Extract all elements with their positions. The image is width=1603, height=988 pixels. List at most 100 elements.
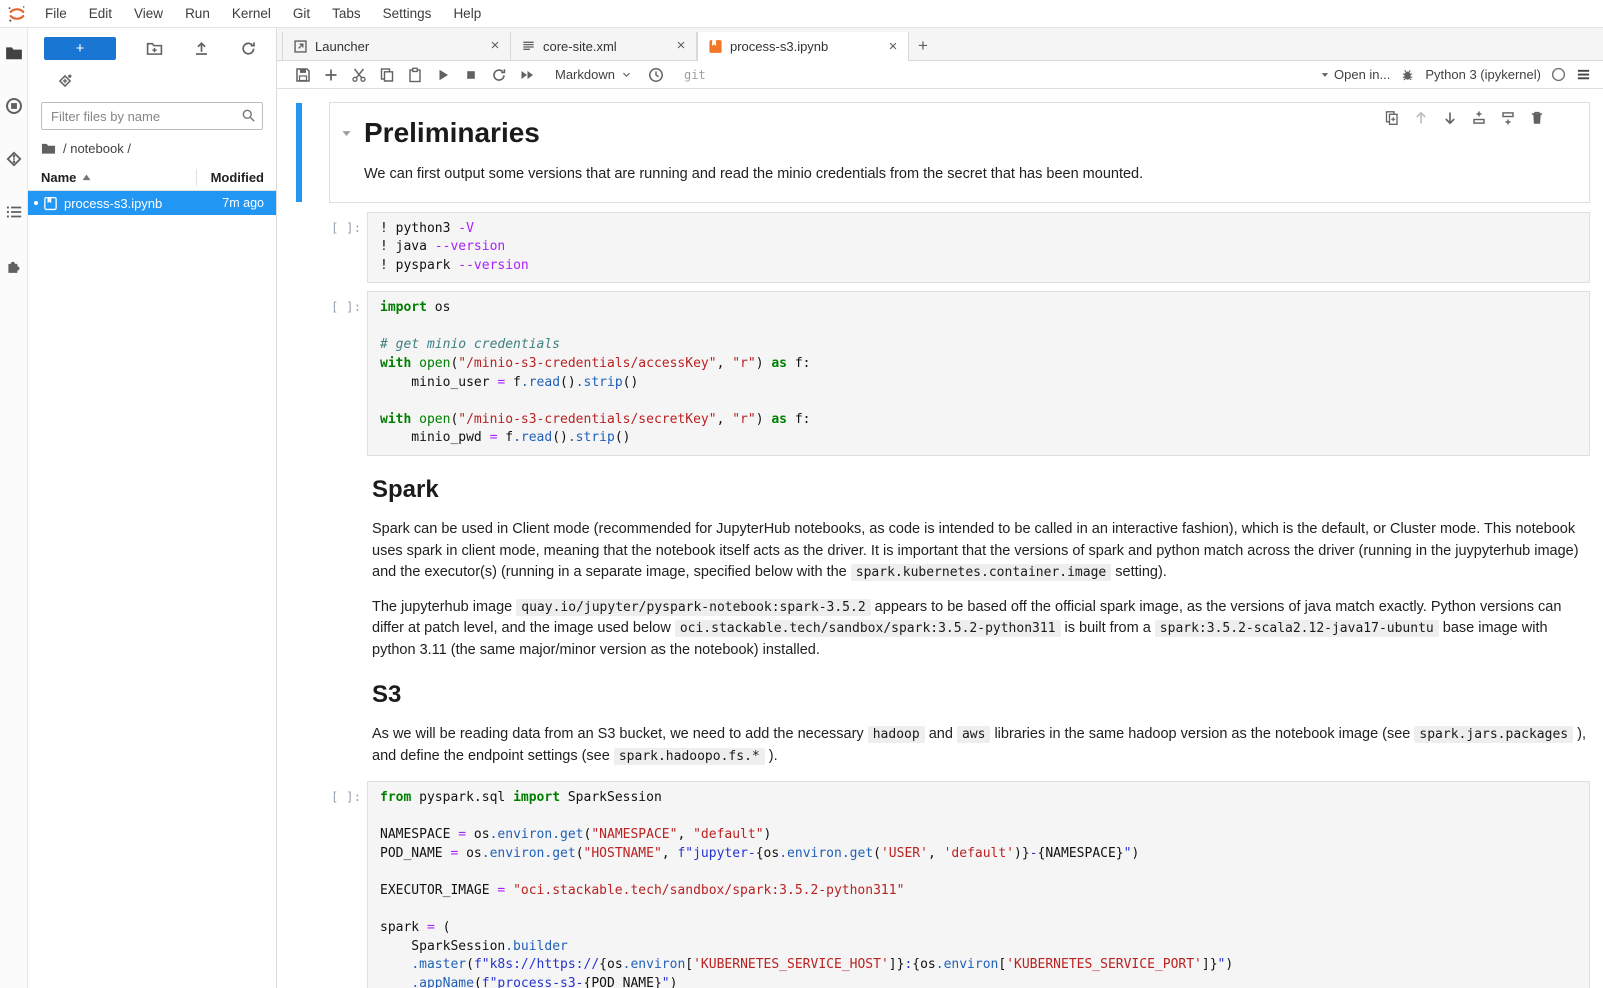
restart-run-all-button[interactable] — [513, 64, 541, 86]
git-sidebar-icon[interactable] — [5, 150, 23, 168]
activity-bar — [0, 28, 28, 988]
column-header-name[interactable]: Name — [41, 169, 196, 186]
inline-code: hadoop — [868, 726, 925, 743]
toolbar-right: Open in... Python 3 (ipykernel) — [1320, 67, 1591, 82]
open-in-dropdown[interactable]: Open in... — [1320, 67, 1390, 82]
cut-cells-button[interactable] — [345, 64, 373, 86]
file-list-header: Name Modified — [28, 165, 276, 191]
kernel-name[interactable]: Python 3 (ipykernel) — [1425, 67, 1541, 82]
breadcrumb-path[interactable]: / notebook / — [63, 141, 131, 156]
notebook-content[interactable]: Preliminaries We can first output some v… — [277, 89, 1603, 988]
breadcrumb[interactable]: / notebook / — [28, 130, 276, 163]
running-sessions-icon[interactable] — [5, 97, 23, 115]
input-prompt: [ ]: — [329, 212, 367, 284]
markdown-cell-s3[interactable]: S3 As we will be reading data from an S3… — [329, 681, 1590, 767]
copy-cells-button[interactable] — [373, 64, 401, 86]
tab-close-icon[interactable]: × — [672, 37, 690, 55]
code-line: from pyspark.sql import SparkSession — [380, 789, 1577, 808]
caret-down-icon — [1320, 70, 1330, 80]
markdown-cell-preliminaries[interactable]: Preliminaries We can first output some v… — [329, 102, 1590, 203]
menu-item-view[interactable]: View — [123, 0, 174, 27]
home-folder-icon[interactable] — [41, 141, 56, 156]
file-browser-toolbar-row2 — [28, 60, 276, 92]
file-row-selected[interactable]: process-s3.ipynb 7m ago — [28, 191, 276, 215]
menu-item-edit[interactable]: Edit — [78, 0, 123, 27]
debugger-bug-icon[interactable] — [1400, 67, 1415, 82]
file-name: process-s3.ipynb — [64, 196, 222, 211]
notebook-toolbar: Markdown git Open in... Python 3 (ipyker… — [277, 61, 1603, 89]
code-line: POD_NAME = os.environ.get("HOSTNAME", f"… — [380, 845, 1577, 864]
move-cell-up-icon[interactable] — [1413, 110, 1429, 126]
code-cell-credentials[interactable]: [ ]: import os # get minio credentialswi… — [329, 291, 1590, 456]
restart-kernel-button[interactable] — [485, 64, 513, 86]
extension-manager-icon[interactable] — [5, 256, 23, 274]
menu-item-kernel[interactable]: Kernel — [221, 0, 282, 27]
filter-files-input[interactable] — [41, 102, 263, 130]
interrupt-kernel-button[interactable] — [457, 64, 485, 86]
code-editor[interactable]: ! python3 -V! java --version! pyspark --… — [367, 212, 1590, 284]
menu-item-run[interactable]: Run — [174, 0, 221, 27]
code-line: with open("/minio-s3-credentials/secretK… — [380, 411, 1577, 430]
menu-item-help[interactable]: Help — [442, 0, 492, 27]
inline-code: spark.jars.packages — [1414, 726, 1573, 743]
markdown-paragraph: The jupyterhub image quay.io/jupyter/pys… — [372, 597, 1590, 662]
code-line — [380, 863, 1577, 882]
delete-cell-icon[interactable] — [1529, 110, 1545, 126]
insert-cell-above-icon[interactable] — [1471, 110, 1487, 126]
tab-launcher[interactable]: Launcher × — [282, 32, 511, 60]
execution-time-icon[interactable] — [642, 64, 670, 86]
collapse-heading-icon[interactable] — [340, 127, 353, 140]
markdown-cell-spark[interactable]: Spark Spark can be used in Client mode (… — [329, 476, 1590, 661]
code-editor[interactable]: import os # get minio credentialswith op… — [367, 291, 1590, 456]
code-line: ! python3 -V — [380, 220, 1577, 239]
input-prompt: [ ]: — [329, 291, 367, 456]
run-cell-button[interactable] — [429, 64, 457, 86]
code-line: import os — [380, 299, 1577, 318]
menu-bar: FileEditViewRunKernelGitTabsSettingsHelp — [0, 0, 1603, 28]
insert-cell-below-icon[interactable] — [1500, 110, 1516, 126]
tab-process-s3-ipynb[interactable]: process-s3.ipynb × — [697, 32, 909, 61]
refresh-icon[interactable] — [240, 40, 257, 57]
add-tab-button[interactable]: + — [909, 32, 937, 60]
cell-type-dropdown[interactable]: Markdown — [555, 67, 632, 82]
file-browser-icon[interactable] — [5, 44, 23, 62]
paste-cells-button[interactable] — [401, 64, 429, 86]
inline-code: spark.hadoopo.fs.* — [614, 748, 765, 765]
column-header-modified[interactable]: Modified — [196, 169, 276, 186]
code-line — [380, 318, 1577, 337]
file-browser-panel: + / notebook / Name Modifi — [28, 28, 277, 988]
insert-cell-button[interactable] — [317, 64, 345, 86]
code-line: SparkSession.builder — [380, 938, 1577, 957]
inline-code: spark.kubernetes.container.image — [851, 564, 1111, 581]
new-folder-icon[interactable] — [146, 40, 163, 57]
new-launcher-button[interactable]: + — [44, 37, 116, 60]
git-status-label: git — [684, 68, 706, 82]
hamburger-menu-icon[interactable] — [1576, 67, 1591, 82]
menu-item-tabs[interactable]: Tabs — [321, 0, 372, 27]
code-editor[interactable]: from pyspark.sql import SparkSession NAM… — [367, 781, 1590, 988]
file-modified: 7m ago — [222, 196, 264, 210]
code-cell-versions[interactable]: [ ]: ! python3 -V! java --version! pyspa… — [329, 212, 1590, 284]
menu-item-git[interactable]: Git — [282, 0, 321, 27]
tab-close-icon[interactable]: × — [884, 38, 902, 56]
git-clone-icon[interactable] — [57, 73, 73, 89]
save-button[interactable] — [289, 64, 317, 86]
menu-item-file[interactable]: File — [34, 0, 78, 27]
main-area: Launcher × core-site.xml × process-s3.ip… — [277, 28, 1603, 988]
tab-core-site-xml[interactable]: core-site.xml × — [511, 32, 697, 60]
code-line — [380, 392, 1577, 411]
inline-code: oci.stackable.tech/sandbox/spark:3.5.2-p… — [675, 620, 1061, 637]
cell-heading-2: S3 — [372, 681, 1590, 709]
upload-icon[interactable] — [193, 40, 210, 57]
markdown-paragraph: Spark can be used in Client mode (recomm… — [372, 519, 1590, 584]
cell-toolbar — [1384, 110, 1545, 126]
duplicate-cell-icon[interactable] — [1384, 110, 1400, 126]
move-cell-down-icon[interactable] — [1442, 110, 1458, 126]
code-cell-spark-session[interactable]: [ ]: from pyspark.sql import SparkSessio… — [329, 781, 1590, 988]
text-file-tab-icon — [521, 39, 536, 54]
tab-close-icon[interactable]: × — [486, 37, 504, 55]
code-line: ! java --version — [380, 238, 1577, 257]
table-of-contents-icon[interactable] — [5, 203, 23, 221]
code-line: minio_pwd = f.read().strip() — [380, 429, 1577, 448]
menu-item-settings[interactable]: Settings — [372, 0, 443, 27]
